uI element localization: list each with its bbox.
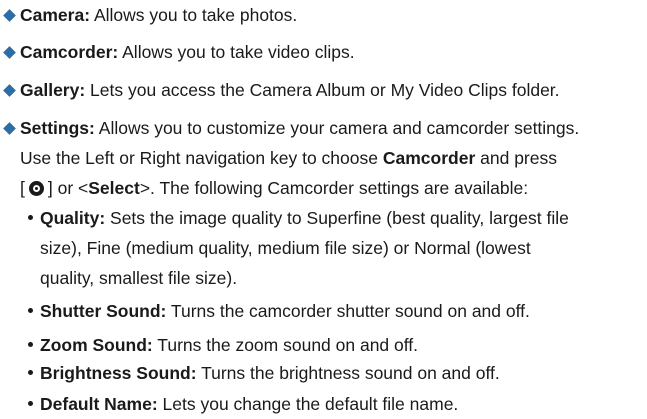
setting-quality-line-2: size), Fine (medium quality, medium file…	[40, 233, 531, 263]
text-segment: >. The following Camcorder settings are …	[139, 178, 529, 198]
dot-bullet-icon	[28, 308, 33, 314]
text-segment: and press	[475, 148, 557, 168]
dot-bullet-icon	[28, 342, 33, 348]
menu-item-settings: Settings: Allows you to customize your c…	[3, 113, 643, 144]
setting-term: Default Name:	[40, 394, 158, 414]
setting-description: Sets the image quality to Superfine (bes…	[105, 208, 569, 228]
setting-term: Brightness Sound:	[40, 363, 197, 383]
menu-item-camera: Camera: Allows you to take photos.	[3, 0, 643, 31]
setting-quality: Quality: Sets the image quality to Super…	[28, 203, 569, 233]
dot-bullet-icon	[28, 215, 33, 221]
text-segment: quality, smallest file size).	[40, 268, 238, 288]
setting-term: Quality:	[40, 208, 106, 228]
item-description: Lets you access the Camera Album or My V…	[85, 80, 560, 100]
setting-zoom-sound: Zoom Sound: Turns the zoom sound on and …	[28, 330, 418, 360]
menu-item-gallery: Gallery: Lets you access the Camera Albu…	[3, 75, 643, 106]
item-description: Allows you to take photos.	[90, 5, 298, 25]
item-term: Gallery:	[20, 80, 86, 100]
setting-description: Turns the camcorder shutter sound on and…	[166, 301, 530, 321]
item-term: Camcorder:	[20, 42, 119, 62]
diamond-bullet-icon	[3, 122, 16, 135]
dot-bullet-icon	[28, 401, 33, 407]
ok-key-icon	[28, 181, 44, 196]
item-term: Camera:	[20, 5, 91, 25]
text-segment: size), Fine (medium quality, medium file…	[40, 238, 531, 258]
menu-item-camcorder: Camcorder: Allows you to take video clip…	[3, 37, 643, 68]
text-segment: [	[20, 178, 25, 198]
item-description: Allows you to take video clips.	[118, 42, 355, 62]
item-term: Settings:	[20, 118, 95, 138]
setting-term: Shutter Sound:	[40, 301, 167, 321]
text-segment: Use the Left or Right navigation key to …	[20, 148, 383, 168]
setting-brightness-sound: Brightness Sound: Turns the brightness s…	[28, 358, 500, 388]
diamond-bullet-icon	[3, 46, 16, 59]
setting-description: Turns the zoom sound on and off.	[152, 335, 419, 355]
diamond-bullet-icon	[3, 84, 16, 97]
setting-shutter-sound: Shutter Sound: Turns the camcorder shutt…	[28, 296, 530, 326]
item-description: Allows you to customize your camera and …	[94, 118, 580, 138]
setting-description: Turns the brightness sound on and off.	[196, 363, 500, 383]
setting-term: Zoom Sound:	[40, 335, 153, 355]
camcorder-label: Camcorder	[382, 148, 476, 168]
diamond-bullet-icon	[3, 9, 16, 22]
settings-description-line-2: Use the Left or Right navigation key to …	[20, 143, 557, 173]
manual-page: Camera: Allows you to take photos. Camco…	[0, 0, 647, 418]
settings-description-line-3: [ ] or <Select>. The following Camcorder …	[20, 173, 528, 203]
text-segment: ] or <	[47, 178, 89, 198]
setting-quality-line-3: quality, smallest file size).	[40, 263, 237, 293]
dot-bullet-icon	[28, 370, 33, 376]
setting-default-name: Default Name: Lets you change the defaul…	[28, 389, 458, 419]
select-label: Select	[88, 178, 140, 198]
setting-description: Lets you change the default file name.	[157, 394, 459, 414]
